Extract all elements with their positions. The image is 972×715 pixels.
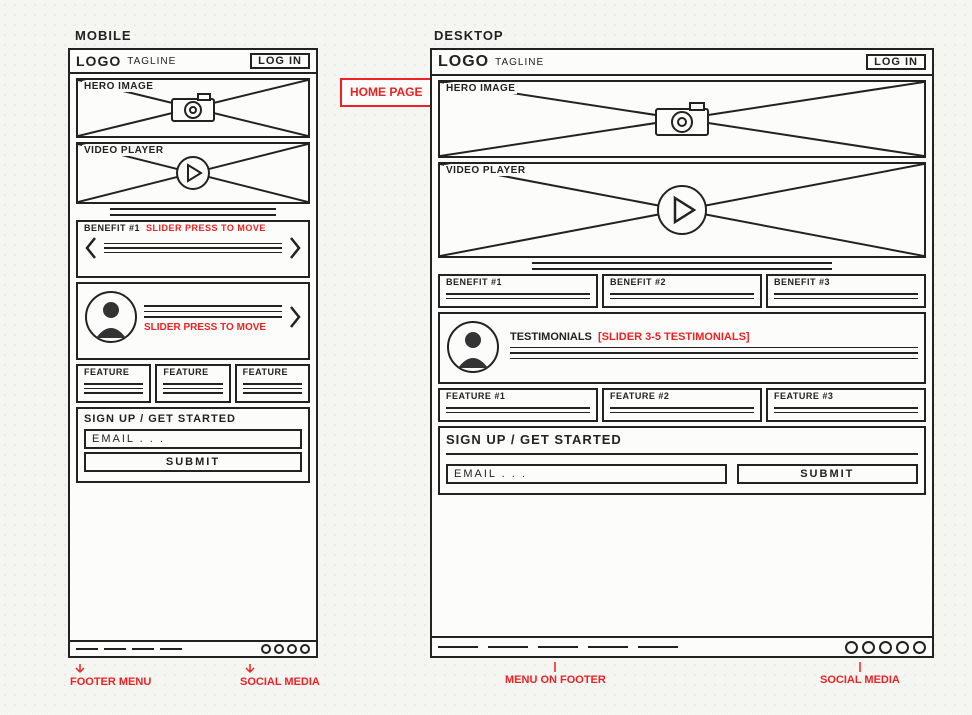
desktop-frame: LOGO TAGLINE LOG IN HERO IMAGE VIDEO PLA… — [430, 48, 934, 658]
signup-section: SIGN UP / GET STARTED EMAIL . . . SUBMIT — [438, 426, 926, 495]
page-badge-text: HOME PAGE — [350, 85, 422, 99]
benefit-card: BENEFIT #3 — [766, 274, 926, 308]
testimonials-note: [SLIDER 3-5 TESTIMONIALS] — [598, 331, 750, 343]
social-annot-desktop: SOCIAL MEDIA — [820, 662, 900, 686]
avatar-icon — [84, 290, 138, 344]
testimonial-slider[interactable]: TESTIMONIALS [SLIDER 3-5 TESTIMONIALS] — [438, 312, 926, 384]
benefit-slider[interactable]: BENEFIT #1 SLIDER PRESS TO MOVE — [76, 220, 310, 278]
video-player[interactable]: VIDEO PLAYER — [76, 142, 310, 204]
feature-card: FEATURE #1 — [438, 388, 598, 422]
video-label: VIDEO PLAYER — [444, 165, 528, 176]
footer-menu[interactable] — [76, 648, 182, 650]
play-icon — [175, 155, 211, 191]
avatar-icon — [446, 320, 500, 374]
benefit-label: BENEFIT #1 SLIDER PRESS TO MOVE — [82, 223, 268, 233]
footer-menu[interactable] — [438, 646, 678, 648]
feature-card: FEATURE — [155, 364, 230, 403]
benefit-card: BENEFIT #1 — [438, 274, 598, 308]
video-player[interactable]: VIDEO PLAYER — [438, 162, 926, 258]
hero-label: HERO IMAGE — [82, 81, 155, 92]
slider-note-2: SLIDER PRESS TO MOVE — [144, 322, 282, 333]
feature-card: FEATURE — [76, 364, 151, 403]
login-button[interactable]: LOG IN — [250, 53, 310, 69]
feature-card: FEATURE #3 — [766, 388, 926, 422]
logo: LOGO — [438, 53, 489, 71]
chevron-left-icon[interactable] — [84, 236, 98, 260]
signup-section: SIGN UP / GET STARTED EMAIL . . . SUBMIT — [76, 407, 310, 483]
mobile-header: LOGO TAGLINE LOG IN — [70, 50, 316, 74]
page-badge: HOME PAGE — [340, 78, 432, 107]
social-icons[interactable] — [261, 644, 310, 654]
chevron-right-icon[interactable] — [288, 236, 302, 260]
feature-card: FEATURE — [235, 364, 310, 403]
benefits-row: BENEFIT #1 BENEFIT #2 BENEFIT #3 — [438, 274, 926, 308]
footer — [432, 636, 932, 656]
social-annot: SOCIAL MEDIA — [240, 662, 320, 688]
social-icons[interactable] — [845, 641, 926, 654]
features-row: FEATURE FEATURE FEATURE — [76, 364, 310, 403]
footer-menu-annot: FOOTER MENU — [70, 662, 151, 688]
desktop-header: LOGO TAGLINE LOG IN — [432, 50, 932, 76]
chevron-right-icon[interactable] — [288, 305, 302, 329]
testimonial-slider[interactable]: SLIDER PRESS TO MOVE — [76, 282, 310, 360]
submit-button[interactable]: SUBMIT — [84, 452, 302, 472]
features-row: FEATURE #1 FEATURE #2 FEATURE #3 — [438, 388, 926, 422]
video-label: VIDEO PLAYER — [82, 145, 166, 156]
logo: LOGO — [76, 53, 121, 69]
tagline: TAGLINE — [127, 56, 176, 67]
testimonials-label: TESTIMONIALS — [510, 331, 592, 343]
slider-note: SLIDER PRESS TO MOVE — [146, 223, 266, 233]
mobile-label: MOBILE — [75, 28, 132, 43]
submit-button[interactable]: SUBMIT — [737, 464, 918, 484]
hero-image: HERO IMAGE — [438, 80, 926, 158]
camera-icon — [170, 93, 216, 123]
footer-menu-annot-desktop: MENU ON FOOTER — [505, 662, 606, 686]
signup-title: SIGN UP / GET STARTED — [84, 413, 302, 425]
benefit-card: BENEFIT #2 — [602, 274, 762, 308]
email-field[interactable]: EMAIL . . . — [84, 429, 302, 449]
play-icon — [656, 184, 708, 236]
mobile-frame: LOGO TAGLINE LOG IN HERO IMAGE VIDEO PLA… — [68, 48, 318, 658]
footer — [70, 640, 316, 656]
hero-image: HERO IMAGE — [76, 78, 310, 138]
signup-title: SIGN UP / GET STARTED — [446, 432, 918, 447]
feature-card: FEATURE #2 — [602, 388, 762, 422]
email-field[interactable]: EMAIL . . . — [446, 464, 727, 484]
desktop-label: DESKTOP — [434, 28, 504, 43]
login-button[interactable]: LOG IN — [866, 54, 926, 70]
camera-icon — [654, 101, 710, 137]
tagline: TAGLINE — [495, 57, 544, 68]
hero-label: HERO IMAGE — [444, 83, 517, 94]
